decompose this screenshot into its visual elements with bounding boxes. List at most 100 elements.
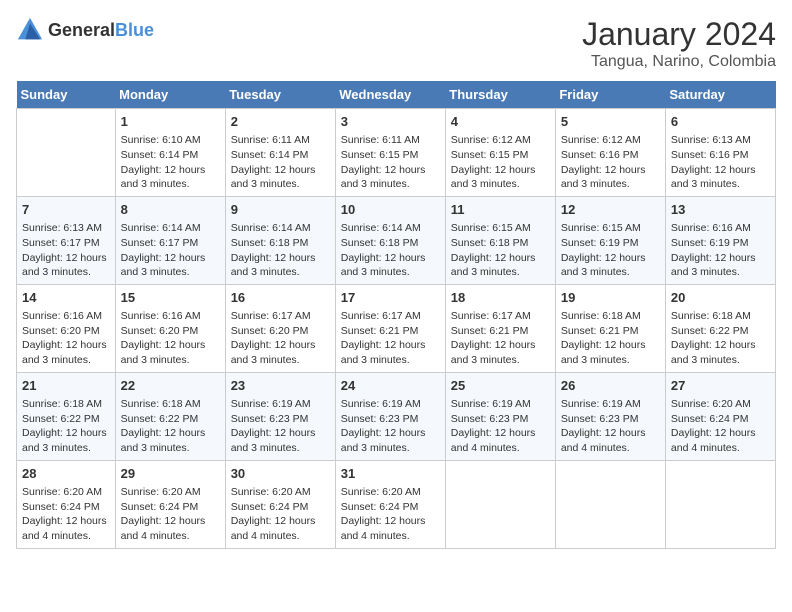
logo: GeneralBlue: [16, 16, 154, 44]
day-number: 16: [231, 289, 330, 307]
day-number: 19: [561, 289, 660, 307]
calendar-cell: 19 Sunrise: 6:18 AMSunset: 6:21 PMDayligh…: [555, 284, 665, 372]
calendar-cell: [555, 460, 665, 548]
day-number: 12: [561, 201, 660, 219]
cell-sun-info: Sunrise: 6:10 AMSunset: 6:14 PMDaylight:…: [121, 133, 220, 192]
day-number: 2: [231, 113, 330, 131]
calendar-cell: 5 Sunrise: 6:12 AMSunset: 6:16 PMDaylight…: [555, 109, 665, 197]
day-number: 10: [341, 201, 440, 219]
day-number: 24: [341, 377, 440, 395]
logo-text: GeneralBlue: [48, 20, 154, 41]
day-number: 30: [231, 465, 330, 483]
cell-sun-info: Sunrise: 6:13 AMSunset: 6:16 PMDaylight:…: [671, 133, 770, 192]
header-row: SundayMondayTuesdayWednesdayThursdayFrid…: [17, 81, 776, 109]
day-number: 6: [671, 113, 770, 131]
cell-sun-info: Sunrise: 6:11 AMSunset: 6:15 PMDaylight:…: [341, 133, 440, 192]
week-row-1: 1 Sunrise: 6:10 AMSunset: 6:14 PMDaylight…: [17, 109, 776, 197]
calendar-cell: 18Sunrise: 6:17 AMSunset: 6:21 PMDayligh…: [445, 284, 555, 372]
week-row-4: 21 Sunrise: 6:18 AMSunset: 6:22 PMDayligh…: [17, 372, 776, 460]
calendar-cell: 13 Sunrise: 6:16 AMSunset: 6:19 PMDayligh…: [665, 196, 775, 284]
cell-sun-info: Sunrise: 6:18 AMSunset: 6:22 PMDaylight:…: [671, 309, 770, 368]
calendar-cell: 27Sunrise: 6:20 AMSunset: 6:24 PMDayligh…: [665, 372, 775, 460]
calendar-cell: 4Sunrise: 6:12 AMSunset: 6:15 PMDaylight…: [445, 109, 555, 197]
calendar-cell: 30 Sunrise: 6:20 AMSunset: 6:24 PMDayligh…: [225, 460, 335, 548]
day-number: 26: [561, 377, 660, 395]
calendar-cell: 15 Sunrise: 6:16 AMSunset: 6:20 PMDayligh…: [115, 284, 225, 372]
header-friday: Friday: [555, 81, 665, 109]
calendar-cell: 3Sunrise: 6:11 AMSunset: 6:15 PMDaylight…: [335, 109, 445, 197]
calendar-cell: 8Sunrise: 6:14 AMSunset: 6:17 PMDaylight…: [115, 196, 225, 284]
calendar-cell: 25Sunrise: 6:19 AMSunset: 6:23 PMDayligh…: [445, 372, 555, 460]
day-number: 28: [22, 465, 110, 483]
logo-icon: [16, 16, 44, 44]
calendar-cell: 16 Sunrise: 6:17 AMSunset: 6:20 PMDayligh…: [225, 284, 335, 372]
day-number: 23: [231, 377, 330, 395]
day-number: 17: [341, 289, 440, 307]
day-number: 25: [451, 377, 550, 395]
day-number: 5: [561, 113, 660, 131]
calendar-cell: 26 Sunrise: 6:19 AMSunset: 6:23 PMDayligh…: [555, 372, 665, 460]
day-number: 18: [451, 289, 550, 307]
day-number: 31: [341, 465, 440, 483]
cell-sun-info: Sunrise: 6:16 AMSunset: 6:19 PMDaylight:…: [671, 221, 770, 280]
cell-sun-info: Sunrise: 6:14 AMSunset: 6:17 PMDaylight:…: [121, 221, 220, 280]
calendar-cell: 7 Sunrise: 6:13 AMSunset: 6:17 PMDaylight…: [17, 196, 116, 284]
cell-sun-info: Sunrise: 6:20 AMSunset: 6:24 PMDaylight:…: [341, 485, 440, 544]
day-number: 11: [451, 201, 550, 219]
page-header: GeneralBlue January 2024 Tangua, Narino,…: [16, 16, 776, 71]
calendar-cell: 10 Sunrise: 6:14 AMSunset: 6:18 PMDayligh…: [335, 196, 445, 284]
day-number: 1: [121, 113, 220, 131]
cell-sun-info: Sunrise: 6:11 AMSunset: 6:14 PMDaylight:…: [231, 133, 330, 192]
calendar-cell: 6 Sunrise: 6:13 AMSunset: 6:16 PMDaylight…: [665, 109, 775, 197]
header-thursday: Thursday: [445, 81, 555, 109]
day-number: 22: [121, 377, 220, 395]
title-block: January 2024 Tangua, Narino, Colombia: [582, 16, 776, 71]
cell-sun-info: Sunrise: 6:17 AMSunset: 6:20 PMDaylight:…: [231, 309, 330, 368]
calendar-header: SundayMondayTuesdayWednesdayThursdayFrid…: [17, 81, 776, 109]
day-number: 9: [231, 201, 330, 219]
cell-sun-info: Sunrise: 6:18 AMSunset: 6:22 PMDaylight:…: [121, 397, 220, 456]
week-row-3: 14 Sunrise: 6:16 AMSunset: 6:20 PMDayligh…: [17, 284, 776, 372]
calendar-cell: 22 Sunrise: 6:18 AMSunset: 6:22 PMDayligh…: [115, 372, 225, 460]
cell-sun-info: Sunrise: 6:18 AMSunset: 6:22 PMDaylight:…: [22, 397, 110, 456]
cell-sun-info: Sunrise: 6:15 AMSunset: 6:19 PMDaylight:…: [561, 221, 660, 280]
calendar-cell: 31 Sunrise: 6:20 AMSunset: 6:24 PMDayligh…: [335, 460, 445, 548]
header-monday: Monday: [115, 81, 225, 109]
week-row-5: 28 Sunrise: 6:20 AMSunset: 6:24 PMDayligh…: [17, 460, 776, 548]
day-number: 7: [22, 201, 110, 219]
cell-sun-info: Sunrise: 6:16 AMSunset: 6:20 PMDaylight:…: [121, 309, 220, 368]
calendar-subtitle: Tangua, Narino, Colombia: [582, 53, 776, 71]
calendar-cell: 11 Sunrise: 6:15 AMSunset: 6:18 PMDayligh…: [445, 196, 555, 284]
day-number: 13: [671, 201, 770, 219]
cell-sun-info: Sunrise: 6:20 AMSunset: 6:24 PMDaylight:…: [231, 485, 330, 544]
cell-sun-info: Sunrise: 6:19 AMSunset: 6:23 PMDaylight:…: [341, 397, 440, 456]
cell-sun-info: Sunrise: 6:16 AMSunset: 6:20 PMDaylight:…: [22, 309, 110, 368]
cell-sun-info: Sunrise: 6:20 AMSunset: 6:24 PMDaylight:…: [121, 485, 220, 544]
cell-sun-info: Sunrise: 6:14 AMSunset: 6:18 PMDaylight:…: [341, 221, 440, 280]
cell-sun-info: Sunrise: 6:12 AMSunset: 6:16 PMDaylight:…: [561, 133, 660, 192]
day-number: 14: [22, 289, 110, 307]
logo-general: General: [48, 20, 115, 40]
cell-sun-info: Sunrise: 6:12 AMSunset: 6:15 PMDaylight:…: [451, 133, 550, 192]
cell-sun-info: Sunrise: 6:15 AMSunset: 6:18 PMDaylight:…: [451, 221, 550, 280]
cell-sun-info: Sunrise: 6:13 AMSunset: 6:17 PMDaylight:…: [22, 221, 110, 280]
cell-sun-info: Sunrise: 6:17 AMSunset: 6:21 PMDaylight:…: [341, 309, 440, 368]
calendar-cell: 23Sunrise: 6:19 AMSunset: 6:23 PMDayligh…: [225, 372, 335, 460]
calendar-cell: 14 Sunrise: 6:16 AMSunset: 6:20 PMDayligh…: [17, 284, 116, 372]
calendar-cell: 12 Sunrise: 6:15 AMSunset: 6:19 PMDayligh…: [555, 196, 665, 284]
calendar-table: SundayMondayTuesdayWednesdayThursdayFrid…: [16, 81, 776, 549]
day-number: 21: [22, 377, 110, 395]
calendar-cell: 21 Sunrise: 6:18 AMSunset: 6:22 PMDayligh…: [17, 372, 116, 460]
week-row-2: 7 Sunrise: 6:13 AMSunset: 6:17 PMDaylight…: [17, 196, 776, 284]
day-number: 27: [671, 377, 770, 395]
header-saturday: Saturday: [665, 81, 775, 109]
calendar-cell: 17 Sunrise: 6:17 AMSunset: 6:21 PMDayligh…: [335, 284, 445, 372]
day-number: 15: [121, 289, 220, 307]
cell-sun-info: Sunrise: 6:19 AMSunset: 6:23 PMDaylight:…: [561, 397, 660, 456]
calendar-cell: 2 Sunrise: 6:11 AMSunset: 6:14 PMDaylight…: [225, 109, 335, 197]
header-wednesday: Wednesday: [335, 81, 445, 109]
day-number: 20: [671, 289, 770, 307]
day-number: 29: [121, 465, 220, 483]
cell-sun-info: Sunrise: 6:18 AMSunset: 6:21 PMDaylight:…: [561, 309, 660, 368]
calendar-cell: [665, 460, 775, 548]
